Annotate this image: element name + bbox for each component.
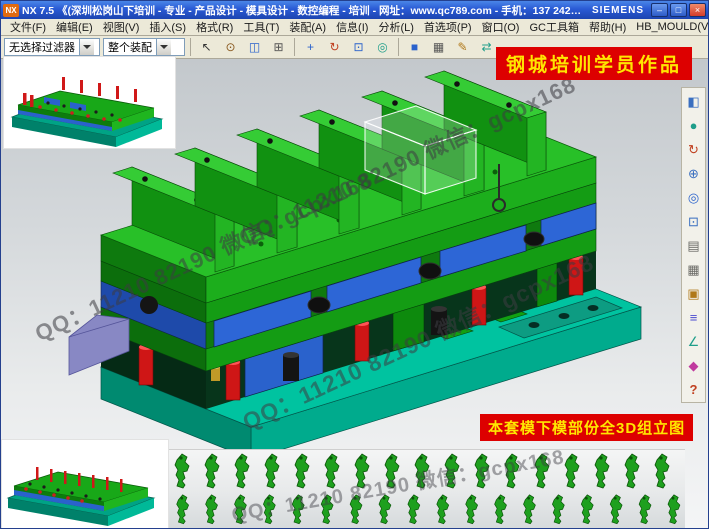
- molded-parts-row: [169, 450, 685, 529]
- zoom-view-button[interactable]: ◎: [683, 186, 704, 208]
- title-bar: NX NX 7.5 《(深圳松岗山下培训 - 专业 - 产品设计 - 模具设计 …: [1, 1, 708, 19]
- menu-item-help[interactable]: 帮助(H): [584, 19, 631, 35]
- layer-settings-icon: ≡: [690, 311, 698, 324]
- assembly-scope-value: 整个装配: [104, 39, 156, 55]
- rotate-view-button[interactable]: ↻: [324, 37, 345, 57]
- shaded-view-button[interactable]: ■: [404, 37, 425, 57]
- fit-view-button[interactable]: ◎: [372, 37, 393, 57]
- chevron-down-icon[interactable]: [79, 39, 94, 55]
- snapshot-button[interactable]: ▣: [683, 282, 704, 304]
- refresh-icon: ⇄: [481, 41, 491, 53]
- view-toolbar-right: ◧ ● ↻ ⊕ ◎ ⊡ ▤ ▦ ▣ ≡ ∠ ◆ ?: [681, 87, 706, 403]
- menu-item-analysis[interactable]: 分析(L): [373, 19, 418, 35]
- front-view-icon: ▤: [687, 239, 699, 252]
- shaded-view-button[interactable]: ●: [683, 114, 704, 136]
- toolbar-separator: [190, 38, 191, 56]
- select-arrow-button[interactable]: ↖: [196, 37, 217, 57]
- wireframe-view-button[interactable]: ▦: [683, 258, 704, 280]
- menu-item-view[interactable]: 视图(V): [98, 19, 145, 35]
- object-display-button[interactable]: ◆: [683, 354, 704, 376]
- menu-item-tools[interactable]: 工具(T): [238, 19, 284, 35]
- caption-banner: 本套模下模部份全3D组立图: [480, 414, 693, 441]
- orient-view-button[interactable]: ⊕: [683, 162, 704, 184]
- selection-filter-value: 无选择过滤器: [5, 39, 79, 55]
- help-icon: ?: [690, 383, 698, 396]
- fit-view-icon: ⊡: [688, 215, 699, 228]
- rotate-view-button[interactable]: ↻: [683, 138, 704, 160]
- menu-item-information[interactable]: 信息(I): [331, 19, 373, 35]
- measure-angle-icon: ∠: [688, 335, 700, 348]
- fit-view-button[interactable]: ⊡: [683, 210, 704, 232]
- menu-item-preferences[interactable]: 首选项(P): [419, 19, 477, 35]
- minimize-button[interactable]: –: [651, 3, 668, 17]
- assembly-preview-top-left: [3, 56, 176, 149]
- wireframe-view-icon: ▦: [687, 263, 699, 276]
- zoom-window-button[interactable]: ⊡: [348, 37, 369, 57]
- snapshot-icon: ▣: [687, 287, 699, 300]
- menu-item-file[interactable]: 文件(F): [5, 19, 51, 35]
- snap-point-icon: ⊙: [225, 41, 235, 53]
- front-view-button[interactable]: ▤: [683, 234, 704, 256]
- menu-item-insert[interactable]: 插入(S): [144, 19, 191, 35]
- selection-scope-icon: ◫: [249, 41, 260, 53]
- training-banner: 钢城培训学员作品: [496, 47, 692, 80]
- menu-item-gc-toolbox[interactable]: GC工具箱: [524, 19, 584, 35]
- close-button[interactable]: ×: [689, 3, 706, 17]
- menu-item-window[interactable]: 窗口(O): [477, 19, 525, 35]
- measure-angle-button[interactable]: ∠: [683, 330, 704, 352]
- menu-item-format[interactable]: 格式(R): [191, 19, 238, 35]
- highlight-faces-icon: ⊞: [273, 41, 283, 53]
- menu-item-assemblies[interactable]: 装配(A): [284, 19, 331, 35]
- object-display-icon: ◆: [689, 359, 699, 372]
- rotate-icon: ↻: [329, 41, 339, 53]
- rotate-view-icon: ↻: [688, 143, 699, 156]
- help-button[interactable]: ?: [683, 378, 704, 400]
- edit-object-display-button[interactable]: ✎: [452, 37, 473, 57]
- part-array-strip: [169, 449, 685, 528]
- wireframe-icon: ▦: [433, 41, 444, 53]
- assembly-scope-combo[interactable]: 整个装配: [103, 38, 185, 56]
- fit-view-icon: ◎: [377, 41, 387, 53]
- highlight-faces-button[interactable]: ⊞: [268, 37, 289, 57]
- maximize-button[interactable]: □: [670, 3, 687, 17]
- assembly-preview-image: [2, 440, 168, 529]
- wireframe-view-button[interactable]: ▦: [428, 37, 449, 57]
- menu-bar: 文件(F) 编辑(E) 视图(V) 插入(S) 格式(R) 工具(T) 装配(A…: [1, 19, 708, 36]
- window-title: NX 7.5 《(深圳松岗山下培训 - 专业 - 产品设计 - 模具设计 - 数…: [22, 3, 585, 18]
- orient-view-icon: ⊕: [688, 167, 699, 180]
- refresh-display-button[interactable]: ⇄: [476, 37, 497, 57]
- menu-item-edit[interactable]: 编辑(E): [51, 19, 98, 35]
- trimetric-view-icon: ◧: [687, 95, 699, 108]
- assembly-preview-image: [4, 57, 175, 148]
- nx-application-window: NX NX 7.5 《(深圳松岗山下培训 - 专业 - 产品设计 - 模具设计 …: [0, 0, 709, 529]
- zoom-view-icon: ◎: [688, 191, 699, 204]
- assembly-preview-bottom-left: [1, 439, 169, 529]
- pan-icon: +: [307, 41, 314, 53]
- edit-display-icon: ✎: [457, 41, 467, 53]
- window-controls: – □ ×: [651, 3, 706, 17]
- layer-settings-button[interactable]: ≡: [683, 306, 704, 328]
- nx-app-icon: NX: [3, 4, 19, 17]
- siemens-logo: SIEMENS: [592, 5, 644, 16]
- select-arrow-icon: ↖: [201, 41, 211, 53]
- trimetric-view-button[interactable]: ◧: [683, 90, 704, 112]
- toolbar-separator: [294, 38, 295, 56]
- selection-filter-combo[interactable]: 无选择过滤器: [4, 38, 100, 56]
- pan-view-button[interactable]: +: [300, 37, 321, 57]
- chevron-down-icon[interactable]: [156, 39, 171, 55]
- zoom-window-icon: ⊡: [353, 41, 363, 53]
- shaded-view-icon: ●: [690, 119, 698, 132]
- snap-point-button[interactable]: ⊙: [220, 37, 241, 57]
- shaded-cube-icon: ■: [411, 41, 418, 53]
- toolbar-separator: [398, 38, 399, 56]
- selection-scope-button[interactable]: ◫: [244, 37, 265, 57]
- menu-item-hb-mould[interactable]: HB_MOULD(V5.3): [631, 21, 709, 33]
